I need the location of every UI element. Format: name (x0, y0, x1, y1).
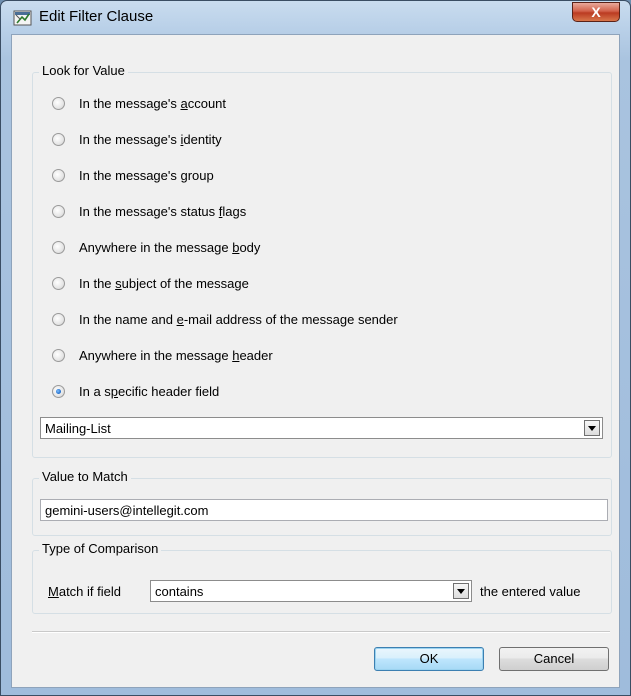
button-separator (32, 631, 610, 633)
comparison-combo[interactable]: contains (150, 580, 472, 602)
radio-option-label: In the message's account (79, 95, 227, 111)
dialog-window: Edit Filter Clause X Look for Value In t… (0, 0, 631, 696)
title-bar[interactable]: Edit Filter Clause X (1, 1, 630, 31)
filter-app-icon (13, 10, 32, 26)
entered-value-label: the entered value (480, 584, 581, 599)
radio-option[interactable]: In a specific header field (52, 380, 219, 402)
radio-button[interactable] (52, 312, 65, 326)
radio-button[interactable] (52, 204, 65, 218)
radio-option[interactable]: In the message's group (52, 164, 214, 186)
chevron-down-icon[interactable] (584, 420, 600, 436)
window-title: Edit Filter Clause (39, 8, 154, 25)
radio-option-label: Anywhere in the message header (79, 347, 273, 363)
radio-button[interactable] (52, 168, 65, 182)
radio-option[interactable]: Anywhere in the message body (52, 236, 260, 258)
look-for-value-legend: Look for Value (39, 63, 128, 78)
radio-option[interactable]: Anywhere in the message header (52, 344, 273, 366)
ok-button[interactable]: OK (374, 647, 484, 671)
radio-button[interactable] (52, 348, 65, 362)
radio-option[interactable]: In the message's account (52, 92, 226, 114)
radio-option-label: Anywhere in the message body (79, 239, 261, 255)
cancel-button[interactable]: Cancel (499, 647, 609, 671)
value-to-match-text: gemini-users@intellegit.com (45, 503, 209, 518)
radio-option-label: In the message's identity (79, 131, 222, 147)
radio-button-checked[interactable] (52, 384, 65, 398)
radio-button[interactable] (52, 132, 65, 146)
comparison-legend: Type of Comparison (39, 541, 162, 556)
radio-button[interactable] (52, 240, 65, 254)
chevron-down-icon[interactable] (453, 583, 469, 599)
radio-option[interactable]: In the message's identity (52, 128, 222, 150)
header-field-value: Mailing-List (45, 421, 111, 436)
header-field-combo[interactable]: Mailing-List (40, 417, 603, 439)
radio-button[interactable] (52, 96, 65, 110)
radio-option[interactable]: In the subject of the message (52, 272, 249, 294)
dialog-client-area: Look for Value In the message's account I… (11, 34, 620, 688)
radio-option[interactable]: In the message's status flags (52, 200, 246, 222)
radio-button[interactable] (52, 276, 65, 290)
value-to-match-input[interactable]: gemini-users@intellegit.com (40, 499, 608, 521)
radio-option-label: In the name and e-mail address of the me… (79, 311, 398, 327)
radio-option-label: In the message's status flags (79, 203, 247, 219)
close-icon: X (591, 4, 601, 20)
match-if-field-label: Match if field (48, 584, 121, 599)
radio-option-label: In the message's group (79, 167, 214, 183)
radio-option[interactable]: In the name and e-mail address of the me… (52, 308, 398, 330)
close-button[interactable]: X (572, 2, 620, 22)
comparison-value: contains (155, 584, 204, 599)
radio-option-label: In the subject of the message (79, 275, 249, 291)
value-to-match-legend: Value to Match (39, 469, 131, 484)
radio-option-label: In a specific header field (79, 383, 220, 399)
